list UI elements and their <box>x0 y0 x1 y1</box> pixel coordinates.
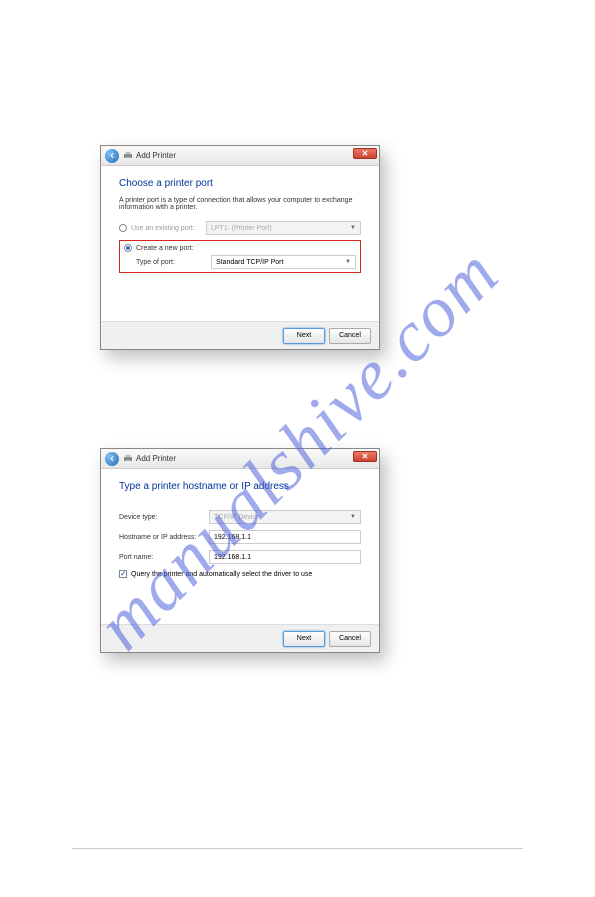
device-type-dropdown: TCP/IP Device ▼ <box>209 510 361 524</box>
dialog-heading: Choose a printer port <box>119 178 361 189</box>
dialog-footer: Next Cancel <box>101 624 379 652</box>
close-icon: ✕ <box>362 452 369 461</box>
radio-unchecked-icon <box>119 224 127 232</box>
close-icon: ✕ <box>362 149 369 158</box>
hostname-row: Hostname or IP address: 192.168.1.1 <box>119 530 361 544</box>
printer-icon <box>123 151 133 161</box>
radio-checked-icon <box>124 244 132 252</box>
port-name-value: 192.168.1.1 <box>214 554 251 561</box>
device-type-value: TCP/IP Device <box>214 514 260 521</box>
hostname-value: 192.168.1.1 <box>214 534 251 541</box>
titlebar: Add Printer ✕ <box>101 146 379 166</box>
dialog-body: Type a printer hostname or IP address De… <box>101 469 379 624</box>
hostname-input[interactable]: 192.168.1.1 <box>209 530 361 544</box>
port-name-row: Port name: 192.168.1.1 <box>119 550 361 564</box>
back-button[interactable] <box>105 452 119 466</box>
back-arrow-icon <box>109 455 116 462</box>
titlebar: Add Printer ✕ <box>101 449 379 469</box>
hostname-label: Hostname or IP address: <box>119 534 209 541</box>
port-name-input[interactable]: 192.168.1.1 <box>209 550 361 564</box>
add-printer-dialog-hostname: Add Printer ✕ Type a printer hostname or… <box>100 448 380 653</box>
use-existing-label: Use an existing port: <box>131 225 206 232</box>
cancel-button[interactable]: Cancel <box>329 328 371 344</box>
dialog-subtext: A printer port is a type of connection t… <box>119 197 361 211</box>
page-footer-divider <box>72 848 523 849</box>
close-button[interactable]: ✕ <box>353 148 377 159</box>
device-type-label: Device type: <box>119 514 209 521</box>
query-printer-label: Query the printer and automatically sele… <box>131 571 312 578</box>
create-new-port-option[interactable]: Create a new port: <box>124 244 356 252</box>
dialog-title: Add Printer <box>136 151 176 160</box>
next-button[interactable]: Next <box>283 631 325 647</box>
next-button[interactable]: Next <box>283 328 325 344</box>
back-arrow-icon <box>109 152 116 159</box>
close-button[interactable]: ✕ <box>353 451 377 462</box>
back-button[interactable] <box>105 149 119 163</box>
chevron-down-icon: ▼ <box>345 259 351 265</box>
cancel-button[interactable]: Cancel <box>329 631 371 647</box>
dialog-heading: Type a printer hostname or IP address <box>119 481 361 492</box>
use-existing-port-option[interactable]: Use an existing port: LPT1: (Printer Por… <box>119 221 361 235</box>
chevron-down-icon: ▼ <box>350 514 356 520</box>
existing-port-value: LPT1: (Printer Port) <box>211 225 272 232</box>
highlight-box: Create a new port: Type of port: Standar… <box>119 240 361 273</box>
dialog-body: Choose a printer port A printer port is … <box>101 166 379 321</box>
type-of-port-label: Type of port: <box>136 259 211 266</box>
type-of-port-dropdown[interactable]: Standard TCP/IP Port ▼ <box>211 255 356 269</box>
chevron-down-icon: ▼ <box>350 225 356 231</box>
create-new-label: Create a new port: <box>136 245 211 252</box>
port-name-label: Port name: <box>119 554 209 561</box>
existing-port-dropdown: LPT1: (Printer Port) ▼ <box>206 221 361 235</box>
type-of-port-value: Standard TCP/IP Port <box>216 259 283 266</box>
printer-icon <box>123 454 133 464</box>
query-printer-row[interactable]: ✓ Query the printer and automatically se… <box>119 570 361 578</box>
dialog-title: Add Printer <box>136 454 176 463</box>
checkbox-checked-icon: ✓ <box>119 570 127 578</box>
dialog-footer: Next Cancel <box>101 321 379 349</box>
device-type-row: Device type: TCP/IP Device ▼ <box>119 510 361 524</box>
add-printer-dialog-port: Add Printer ✕ Choose a printer port A pr… <box>100 145 380 350</box>
